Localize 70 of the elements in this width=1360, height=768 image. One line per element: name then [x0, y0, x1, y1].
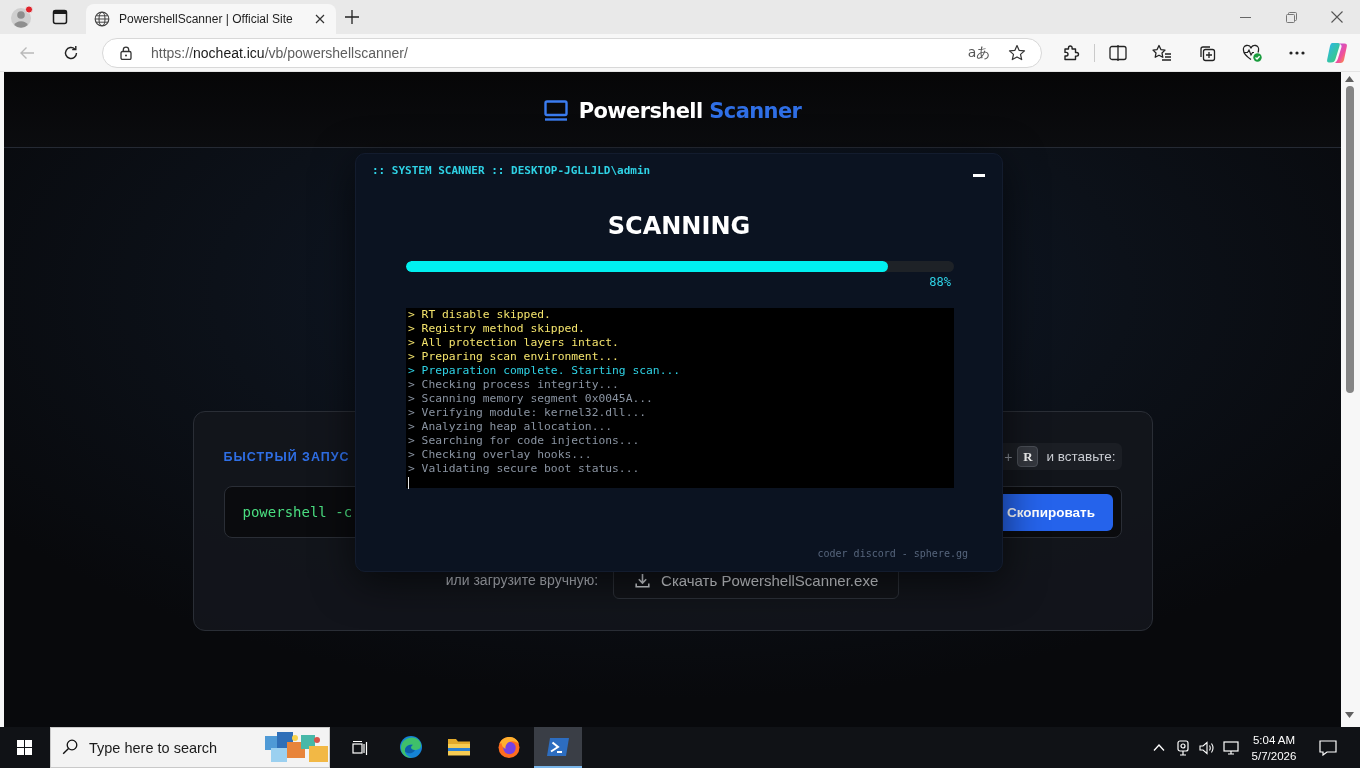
scrollbar-thumb[interactable] — [1345, 86, 1354, 393]
log-line: > Searching for code injections... — [408, 434, 641, 448]
search-icon — [62, 739, 78, 755]
taskbar-app-button[interactable] — [534, 727, 582, 768]
speaker-icon — [1199, 740, 1215, 755]
address-bar[interactable]: https://nocheat.icu/vb/powershellscanner/ aあ — [102, 37, 1042, 68]
collections-icon — [1198, 43, 1216, 62]
hint-text: и вставьте: — [1046, 449, 1116, 464]
star-list-icon — [1152, 43, 1172, 62]
puzzle-piece-icon — [1062, 43, 1080, 62]
heart-pulse-icon — [1242, 43, 1262, 62]
section-title: БЫСТРЫЙ ЗАПУС — [223, 449, 350, 464]
window-frame-icon[interactable] — [52, 9, 68, 25]
scroll-down-icon[interactable] — [1345, 712, 1354, 718]
progress-reading: 88% — [929, 275, 951, 289]
terminal-icon — [546, 736, 570, 757]
read-aloud-button[interactable]: aあ — [965, 40, 993, 65]
browser-tab[interactable]: PowershellScanner | Official Site — [86, 4, 336, 34]
task-view-icon — [352, 739, 368, 756]
log-line: > Checking overlay hooks... — [408, 448, 593, 462]
plus-sign: + — [1004, 448, 1013, 465]
close-icon — [1331, 11, 1343, 23]
log-line: > Checking process integrity... — [408, 378, 620, 392]
scroll-up-icon[interactable] — [1345, 76, 1354, 82]
command-text: powershell -c — [242, 504, 353, 520]
folder-icon — [447, 736, 471, 757]
profile-avatar-icon[interactable] — [10, 5, 34, 29]
cursor-icon — [408, 477, 409, 489]
url-text: https://nocheat.icu/vb/powershellscanner/ — [151, 44, 409, 61]
log-line: > Validating secure boot status... — [408, 462, 641, 476]
log-line: > Scanning memory segment 0x0045A... — [408, 392, 654, 406]
swirl-browser-icon — [399, 734, 423, 759]
restore-icon — [1285, 11, 1297, 23]
globe-icon — [94, 11, 110, 27]
minimize-icon — [973, 174, 985, 177]
fox-globe-icon — [497, 734, 521, 759]
lock-icon — [120, 45, 132, 60]
modal-title: :: SYSTEM SCANNER :: DESKTOP-JGLLJLD\admin — [372, 163, 651, 177]
clock-time: 5:04 AM — [1252, 732, 1296, 748]
log-line: > Verifying module: kernel32.dll... — [408, 406, 648, 420]
windows-logo-icon — [16, 740, 32, 755]
webcam-icon — [1175, 739, 1191, 756]
more-icon — [1289, 50, 1305, 55]
download-label: или загрузите вручную: — [445, 572, 599, 588]
log-line: > Preparation complete. Starting scan... — [408, 364, 682, 378]
network-icon — [1223, 740, 1239, 755]
status-heading: SCANNING — [607, 212, 751, 240]
keyboard-key: R — [1017, 446, 1039, 467]
close-icon — [315, 14, 325, 24]
log-line: > RT disable skipped. — [408, 308, 552, 322]
chat-bubble-icon — [1319, 739, 1337, 756]
refresh-icon — [63, 44, 79, 61]
plus-icon — [345, 10, 359, 24]
log-line: > All protection layers intact. — [408, 336, 620, 350]
clock[interactable]: 5:04 AM 5/7/2026 — [1246, 727, 1302, 768]
split-screen-icon — [1109, 44, 1127, 61]
monitor-icon — [543, 100, 568, 121]
log-line: > Preparing scan environment... — [408, 350, 620, 364]
swirl-logo-icon — [1326, 41, 1348, 64]
credit-text: coder discord - sphere.gg — [817, 548, 968, 559]
logo-text: Powershell Scanner — [578, 98, 802, 123]
log-line: > Analyzing heap allocation... — [408, 420, 614, 434]
chevron-up-icon — [1153, 744, 1165, 751]
minimize-icon — [1239, 16, 1251, 18]
download-icon — [635, 572, 651, 588]
star-icon — [1008, 43, 1026, 62]
log-line: > Registry method skipped. — [408, 322, 586, 336]
arrow-left-icon — [19, 45, 35, 60]
clock-date: 5/7/2026 — [1251, 748, 1297, 764]
puzzle-pieces-icon — [265, 732, 328, 762]
